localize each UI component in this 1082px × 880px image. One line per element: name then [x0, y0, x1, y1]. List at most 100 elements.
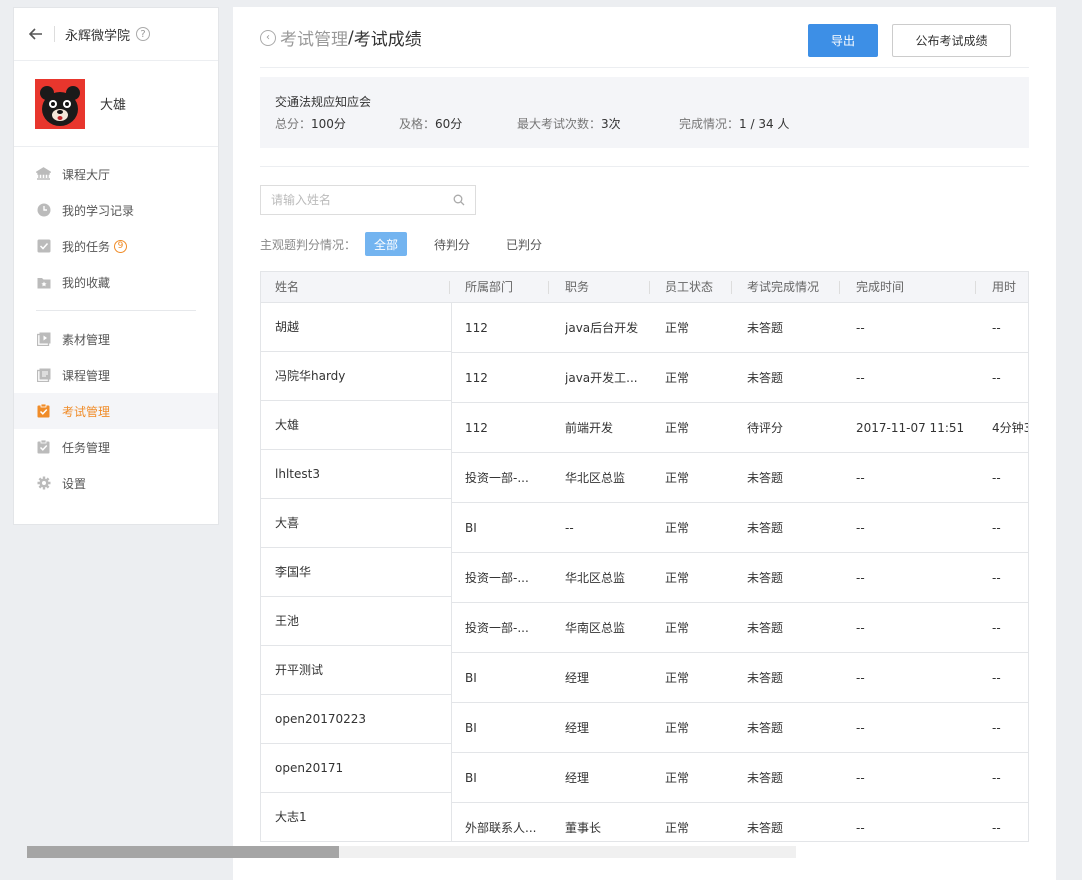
cell-department: 投资一部-... [465, 621, 529, 635]
cell-duration: 4分钟3 [992, 421, 1029, 435]
cell-employee-status: 正常 [665, 821, 690, 835]
cell-name: open20170223 [261, 695, 451, 744]
filter-pending-button[interactable]: 待判分 [425, 232, 479, 256]
column-divider [649, 281, 650, 294]
org-name: 永辉微学院 [65, 28, 131, 44]
column-header-position[interactable]: 职务 [565, 272, 589, 302]
cell-duration: -- [992, 771, 1001, 785]
cell-duration: -- [992, 821, 1001, 835]
divider [260, 166, 1029, 167]
table-row[interactable]: 投资一部-... 华北区总监 正常 未答题 -- -- [452, 453, 1028, 503]
column-divider [975, 281, 976, 294]
search-icon[interactable] [453, 194, 465, 206]
export-button[interactable]: 导出 [808, 24, 878, 57]
cell-duration: -- [992, 521, 1001, 535]
cell-exam-status: 未答题 [747, 621, 784, 635]
table-row[interactable]: 投资一部-... 华南区总监 正常 未答题 -- -- [452, 603, 1028, 653]
cell-department: BI [465, 771, 477, 785]
course-icon [36, 368, 51, 383]
nav-item-course-management[interactable]: 课程管理 [14, 357, 218, 393]
cell-duration: -- [992, 321, 1001, 335]
completion-status: 完成情况：1 / 34 人 [679, 117, 790, 131]
cell-position: -- [565, 521, 574, 535]
cell-position: java后台开发 [565, 321, 639, 335]
scrollbar-thumb[interactable] [27, 846, 339, 858]
table-row[interactable]: BI 经理 正常 未答题 -- -- [452, 703, 1028, 753]
cell-position: 经理 [565, 671, 590, 685]
column-header-completion-time[interactable]: 完成时间 [856, 272, 904, 302]
cell-position: 华北区总监 [565, 571, 626, 585]
cell-duration: -- [992, 371, 1001, 385]
help-icon[interactable]: ? [136, 27, 151, 41]
cell-exam-status: 未答题 [747, 371, 784, 385]
column-header-duration[interactable]: 用时 [992, 272, 1016, 302]
cell-position: java开发工... [565, 371, 638, 385]
scores-table: 姓名 所属部门 职务 员工状态 考试完成情况 完成时间 用时 胡越 冯院华hard… [260, 271, 1029, 842]
nav-item-course-hall[interactable]: 课程大厅 [14, 156, 218, 192]
column-header-department[interactable]: 所属部门 [465, 272, 513, 302]
exam-icon [36, 404, 51, 419]
column-header-name[interactable]: 姓名 [275, 272, 299, 302]
back-arrow-icon[interactable] [26, 24, 46, 44]
cell-employee-status: 正常 [665, 471, 690, 485]
cell-exam-status: 未答题 [747, 671, 784, 685]
filter-label: 主观题判分情况： [260, 237, 357, 252]
table-row[interactable]: BI -- 正常 未答题 -- -- [452, 503, 1028, 553]
column-header-exam-status[interactable]: 考试完成情况 [747, 272, 819, 302]
cell-employee-status: 正常 [665, 521, 690, 535]
cell-exam-status: 未答题 [747, 471, 784, 485]
breadcrumb-parent[interactable]: 考试管理 [280, 25, 348, 50]
checkbox-icon [36, 239, 51, 254]
fixed-name-column: 胡越 冯院华hardy 大雄 lhltest3 大喜 李国华 王池 开平测试 open20170… [261, 303, 452, 841]
search-input[interactable] [271, 193, 441, 207]
cell-exam-status: 未答题 [747, 821, 784, 835]
nav-label: 设置 [62, 476, 87, 491]
table-row[interactable]: 112 java开发工... 正常 未答题 -- -- [452, 353, 1028, 403]
cell-department: 投资一部-... [465, 571, 529, 585]
nav-item-exam-management[interactable]: 考试管理 [14, 393, 218, 429]
cell-position: 华南区总监 [565, 621, 626, 635]
page-title: 考试成绩 [353, 30, 422, 50]
table-row[interactable]: BI 经理 正常 未答题 -- -- [452, 653, 1028, 703]
column-header-employee-status[interactable]: 员工状态 [665, 272, 713, 302]
divider [54, 26, 55, 42]
nav-item-settings[interactable]: 设置 [14, 465, 218, 501]
cell-exam-status: 未答题 [747, 771, 784, 785]
cell-employee-status: 正常 [665, 721, 690, 735]
cell-name: 大雄 [261, 401, 451, 450]
nav-item-favorites[interactable]: 我的收藏 [14, 264, 218, 300]
cell-department: 112 [465, 421, 488, 435]
cell-name: 大志1 [261, 793, 451, 841]
table-row[interactable]: 外部联系人... 董事长 正常 未答题 -- -- [452, 803, 1028, 841]
publish-scores-button[interactable]: 公布考试成绩 [892, 24, 1011, 57]
cell-department: BI [465, 721, 477, 735]
filter-graded-button[interactable]: 已判分 [497, 232, 551, 256]
cell-department: 112 [465, 321, 488, 335]
table-row[interactable]: 112 前端开发 正常 待评分 2017-11-07 11:51 4分钟3 [452, 403, 1029, 453]
cell-department: 投资一部-... [465, 471, 529, 485]
filter-all-button[interactable]: 全部 [365, 232, 408, 256]
cell-employee-status: 正常 [665, 771, 690, 785]
table-row[interactable]: 投资一部-... 华北区总监 正常 未答题 -- -- [452, 553, 1028, 603]
pass-score: 及格：60分 [399, 117, 463, 131]
table-row[interactable]: BI 经理 正常 未答题 -- -- [452, 753, 1028, 803]
nav-item-my-tasks[interactable]: 我的任务 9 [14, 228, 218, 264]
nav-item-learning-record[interactable]: 我的学习记录 [14, 192, 218, 228]
chevron-left-circle-icon[interactable]: ‹ [260, 29, 276, 46]
horizontal-scrollbar[interactable] [27, 846, 796, 858]
cell-completion-time: -- [856, 371, 865, 385]
cell-duration: -- [992, 571, 1001, 585]
cell-position: 董事长 [565, 821, 602, 835]
cell-completion-time: -- [856, 771, 865, 785]
gear-icon [36, 476, 51, 491]
nav-item-material-management[interactable]: 素材管理 [14, 321, 218, 357]
cell-duration: -- [992, 471, 1001, 485]
cell-employee-status: 正常 [665, 371, 690, 385]
table-row[interactable]: 112 java后台开发 正常 未答题 -- -- [452, 303, 1028, 353]
nav-item-task-management[interactable]: 任务管理 [14, 429, 218, 465]
avatar[interactable] [35, 78, 85, 129]
cell-completion-time: -- [856, 321, 865, 335]
cell-position: 经理 [565, 721, 590, 735]
cell-name: 胡越 [261, 303, 451, 352]
bank-icon [36, 167, 51, 182]
